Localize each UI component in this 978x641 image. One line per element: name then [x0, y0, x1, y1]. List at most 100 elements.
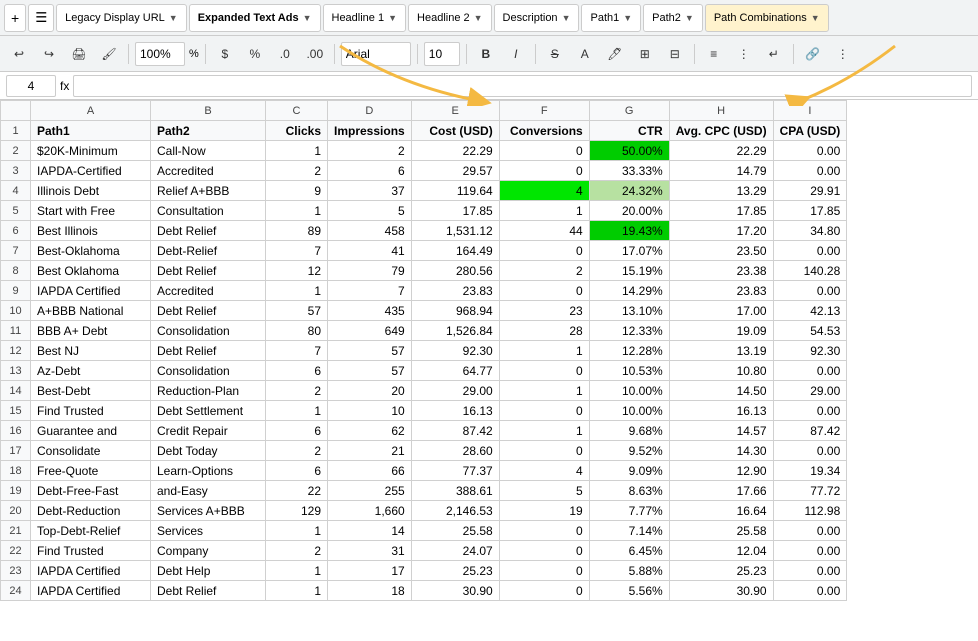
- cell-path2[interactable]: Debt Relief: [151, 341, 266, 361]
- percent-button[interactable]: %: [242, 41, 268, 67]
- zoom-input[interactable]: [135, 42, 185, 66]
- cell-path1[interactable]: $20K-Minimum: [31, 141, 151, 161]
- currency-button[interactable]: $: [212, 41, 238, 67]
- cell-path1[interactable]: Top-Debt-Relief: [31, 521, 151, 541]
- cell-path1[interactable]: Find Trusted: [31, 541, 151, 561]
- cell-conversions[interactable]: 1: [499, 421, 589, 441]
- cell-clicks[interactable]: 9: [266, 181, 328, 201]
- cell-ctr[interactable]: 10.00%: [589, 401, 669, 421]
- cell-cost[interactable]: 1,531.12: [411, 221, 499, 241]
- cell-cpa[interactable]: 0.00: [773, 541, 847, 561]
- tab-description[interactable]: Description ▼: [494, 4, 580, 32]
- cell-ctr[interactable]: 33.33%: [589, 161, 669, 181]
- col-header-C[interactable]: C: [266, 101, 328, 121]
- cell-path1[interactable]: Best NJ: [31, 341, 151, 361]
- cell-path2[interactable]: Consolidation: [151, 361, 266, 381]
- cell-cost[interactable]: 87.42: [411, 421, 499, 441]
- cell-cost[interactable]: 24.07: [411, 541, 499, 561]
- cell-cpa[interactable]: 0.00: [773, 561, 847, 581]
- cell-avg-cpc[interactable]: 17.85: [669, 201, 773, 221]
- cell-clicks[interactable]: 22: [266, 481, 328, 501]
- decimal-decrease-button[interactable]: .0: [272, 41, 298, 67]
- cell-impressions[interactable]: 41: [328, 241, 412, 261]
- cell-clicks[interactable]: 1: [266, 581, 328, 601]
- cell-cpa[interactable]: 54.53: [773, 321, 847, 341]
- insert-link-button[interactable]: 🔗: [800, 41, 826, 67]
- cell-ctr[interactable]: 7.14%: [589, 521, 669, 541]
- cell-avg-cpc[interactable]: 19.09: [669, 321, 773, 341]
- cell-path2[interactable]: and-Easy: [151, 481, 266, 501]
- font-family-input[interactable]: [341, 42, 411, 66]
- tab-path2[interactable]: Path2 ▼: [643, 4, 703, 32]
- cell-clicks[interactable]: 2: [266, 441, 328, 461]
- cell-cpa[interactable]: 42.13: [773, 301, 847, 321]
- cell-cpa[interactable]: 87.42: [773, 421, 847, 441]
- cell-avg-cpc[interactable]: 16.64: [669, 501, 773, 521]
- cell-conversions[interactable]: 28: [499, 321, 589, 341]
- font-size-input[interactable]: [424, 42, 460, 66]
- cell-conversions[interactable]: 0: [499, 521, 589, 541]
- cell-cost[interactable]: 92.30: [411, 341, 499, 361]
- cell-ctr[interactable]: 10.00%: [589, 381, 669, 401]
- cell-path2[interactable]: Debt Settlement: [151, 401, 266, 421]
- cell-path1[interactable]: Best-Debt: [31, 381, 151, 401]
- cell-avg-cpc[interactable]: 13.29: [669, 181, 773, 201]
- cell-cost[interactable]: 119.64: [411, 181, 499, 201]
- menu-tab-button[interactable]: ☰: [28, 4, 54, 32]
- col-header-I[interactable]: I: [773, 101, 847, 121]
- paint-format-button[interactable]: 🖌: [96, 41, 122, 67]
- cell-conversions[interactable]: 0: [499, 241, 589, 261]
- cell-path1[interactable]: IAPDA Certified: [31, 581, 151, 601]
- cell-path2[interactable]: Debt Help: [151, 561, 266, 581]
- cell-impressions[interactable]: 10: [328, 401, 412, 421]
- cell-path2[interactable]: Accredited: [151, 281, 266, 301]
- cell-cpa[interactable]: 140.28: [773, 261, 847, 281]
- cell-conversions[interactable]: 2: [499, 261, 589, 281]
- cell-cpa[interactable]: 0.00: [773, 361, 847, 381]
- cell-cost[interactable]: 280.56: [411, 261, 499, 281]
- col-header-F[interactable]: F: [499, 101, 589, 121]
- cell-path2[interactable]: Debt Relief: [151, 261, 266, 281]
- cell-impressions[interactable]: 255: [328, 481, 412, 501]
- align-center-button[interactable]: ⋮: [731, 41, 757, 67]
- cell-avg-cpc[interactable]: 13.19: [669, 341, 773, 361]
- cell-avg-cpc[interactable]: 14.57: [669, 421, 773, 441]
- cell-conversions[interactable]: 23: [499, 301, 589, 321]
- cell-avg-cpc[interactable]: 14.30: [669, 441, 773, 461]
- cell-cpa[interactable]: 0.00: [773, 141, 847, 161]
- cell-cpa[interactable]: 0.00: [773, 521, 847, 541]
- cell-impressions[interactable]: 17: [328, 561, 412, 581]
- cell-cpa[interactable]: 0.00: [773, 161, 847, 181]
- cell-ctr[interactable]: 5.56%: [589, 581, 669, 601]
- font-color-button[interactable]: A: [572, 41, 598, 67]
- cell-ctr[interactable]: 14.29%: [589, 281, 669, 301]
- cell-cpa[interactable]: 17.85: [773, 201, 847, 221]
- cell-impressions[interactable]: 21: [328, 441, 412, 461]
- cell-path2[interactable]: Debt Relief: [151, 301, 266, 321]
- cell-impressions[interactable]: 7: [328, 281, 412, 301]
- cell-path1[interactable]: Guarantee and: [31, 421, 151, 441]
- cell-cpa[interactable]: 19.34: [773, 461, 847, 481]
- cell-ctr[interactable]: 9.09%: [589, 461, 669, 481]
- cell-cost[interactable]: 77.37: [411, 461, 499, 481]
- cell-impressions[interactable]: 14: [328, 521, 412, 541]
- cell-conversions[interactable]: 0: [499, 161, 589, 181]
- cell-path1[interactable]: Best Illinois: [31, 221, 151, 241]
- bold-button[interactable]: B: [473, 41, 499, 67]
- tab-expanded-text-ads[interactable]: Expanded Text Ads ▼: [189, 4, 321, 32]
- cell-conversions[interactable]: 0: [499, 281, 589, 301]
- cell-avg-cpc[interactable]: 30.90: [669, 581, 773, 601]
- cell-cpa[interactable]: 92.30: [773, 341, 847, 361]
- cell-conversions[interactable]: 19: [499, 501, 589, 521]
- cell-path2[interactable]: Consolidation: [151, 321, 266, 341]
- col-header-E[interactable]: E: [411, 101, 499, 121]
- cell-path2[interactable]: Learn-Options: [151, 461, 266, 481]
- tab-legacy-display-url[interactable]: Legacy Display URL ▼: [56, 4, 187, 32]
- cell-cpa[interactable]: 34.80: [773, 221, 847, 241]
- cell-clicks[interactable]: 2: [266, 161, 328, 181]
- cell-path1[interactable]: Consolidate: [31, 441, 151, 461]
- cell-ctr[interactable]: 6.45%: [589, 541, 669, 561]
- cell-avg-cpc[interactable]: 17.00: [669, 301, 773, 321]
- cell-avg-cpc[interactable]: 12.04: [669, 541, 773, 561]
- cell-avg-cpc[interactable]: 22.29: [669, 141, 773, 161]
